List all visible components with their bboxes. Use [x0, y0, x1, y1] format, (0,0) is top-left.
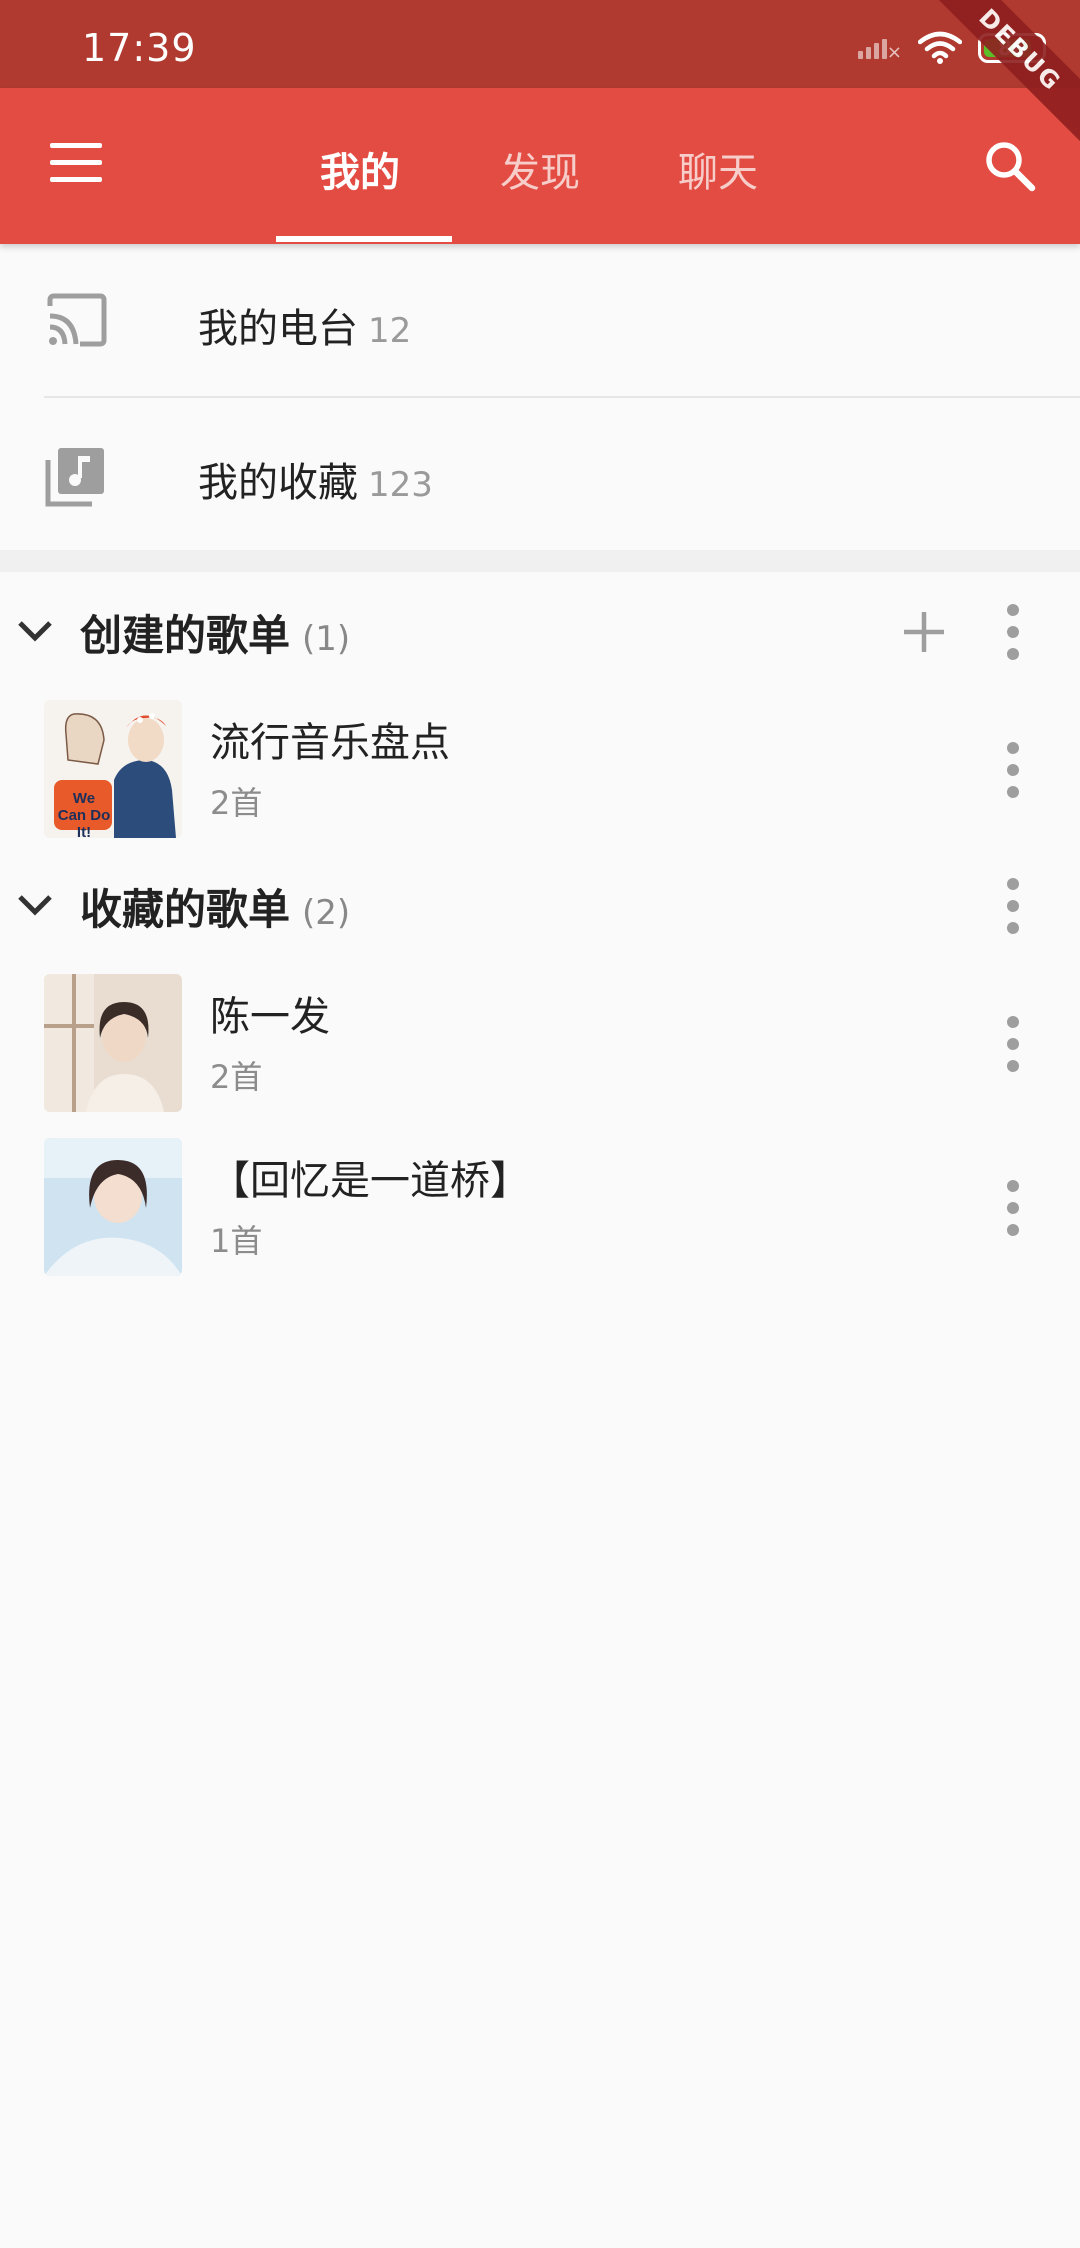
- entry-title: 我的电台: [198, 306, 358, 352]
- tab-discover[interactable]: 发现: [500, 140, 580, 198]
- playlist-title: 【回忆是一道桥】: [210, 1158, 530, 1204]
- music-library-icon: [45, 448, 104, 507]
- chevron-down-icon[interactable]: [16, 886, 54, 924]
- section-count: (2): [302, 893, 351, 933]
- entry-count: 12: [368, 311, 412, 351]
- portrait-photo-blue-icon: [44, 1138, 182, 1276]
- tab-mine[interactable]: 我的: [320, 140, 400, 198]
- tab-chat[interactable]: 聊天: [678, 140, 758, 198]
- status-bar: 17:39 × 86: [0, 0, 1080, 88]
- playlist-cover: [44, 1138, 182, 1276]
- section-created-playlists[interactable]: 创建的歌单 (1): [0, 580, 1080, 680]
- chevron-down-icon[interactable]: [16, 612, 54, 650]
- section-collected-playlists[interactable]: 收藏的歌单 (2): [0, 854, 1080, 954]
- status-time: 17:39: [82, 26, 197, 70]
- entry-title: 我的收藏: [198, 460, 358, 506]
- section-title: 收藏的歌单 (2): [80, 876, 350, 937]
- playlist-item[interactable]: 【回忆是一道桥】 1首: [0, 1136, 1080, 1276]
- more-vert-icon[interactable]: [999, 742, 1027, 798]
- section-title-text: 收藏的歌单: [80, 885, 291, 934]
- playlist-cover: [44, 974, 182, 1112]
- entry-my-radio[interactable]: 我的电台 12: [0, 244, 1080, 396]
- section-title-text: 创建的歌单: [80, 611, 291, 660]
- wifi-icon: [918, 31, 962, 64]
- playlist-cover: We Can Do It!: [44, 700, 182, 838]
- more-vert-icon[interactable]: [999, 1016, 1027, 1072]
- more-vert-icon[interactable]: [999, 1180, 1027, 1236]
- playlist-track-count: 2首: [210, 784, 263, 822]
- app-bar: 我的 发现 聊天: [0, 88, 1080, 244]
- add-playlist-icon[interactable]: [900, 608, 948, 656]
- playlist-track-count: 2首: [210, 1058, 263, 1096]
- playlist-item[interactable]: 陈一发 2首: [0, 972, 1080, 1112]
- section-title: 创建的歌单 (1): [80, 602, 350, 663]
- poster-text: We Can Do It!: [57, 790, 111, 838]
- entry-my-favorites[interactable]: 我的收藏 123: [0, 398, 1080, 550]
- cast-icon: [47, 293, 107, 347]
- playlist-title: 陈一发: [210, 994, 330, 1040]
- more-vert-icon[interactable]: [999, 604, 1027, 660]
- search-icon[interactable]: [982, 138, 1038, 194]
- signal-icon: ×: [858, 33, 902, 63]
- entry-label: 我的收藏 123: [198, 450, 433, 508]
- tab-indicator: [276, 236, 452, 242]
- more-vert-icon[interactable]: [999, 878, 1027, 934]
- portrait-photo-icon: [44, 974, 182, 1112]
- section-gap: [0, 550, 1080, 572]
- entry-count: 123: [368, 465, 433, 505]
- playlist-item[interactable]: We Can Do It! 流行音乐盘点 2首: [0, 698, 1080, 838]
- entry-label: 我的电台 12: [198, 296, 411, 354]
- section-count: (1): [302, 619, 351, 659]
- menu-icon[interactable]: [50, 143, 102, 183]
- playlist-track-count: 1首: [210, 1222, 263, 1260]
- playlist-title: 流行音乐盘点: [210, 720, 450, 766]
